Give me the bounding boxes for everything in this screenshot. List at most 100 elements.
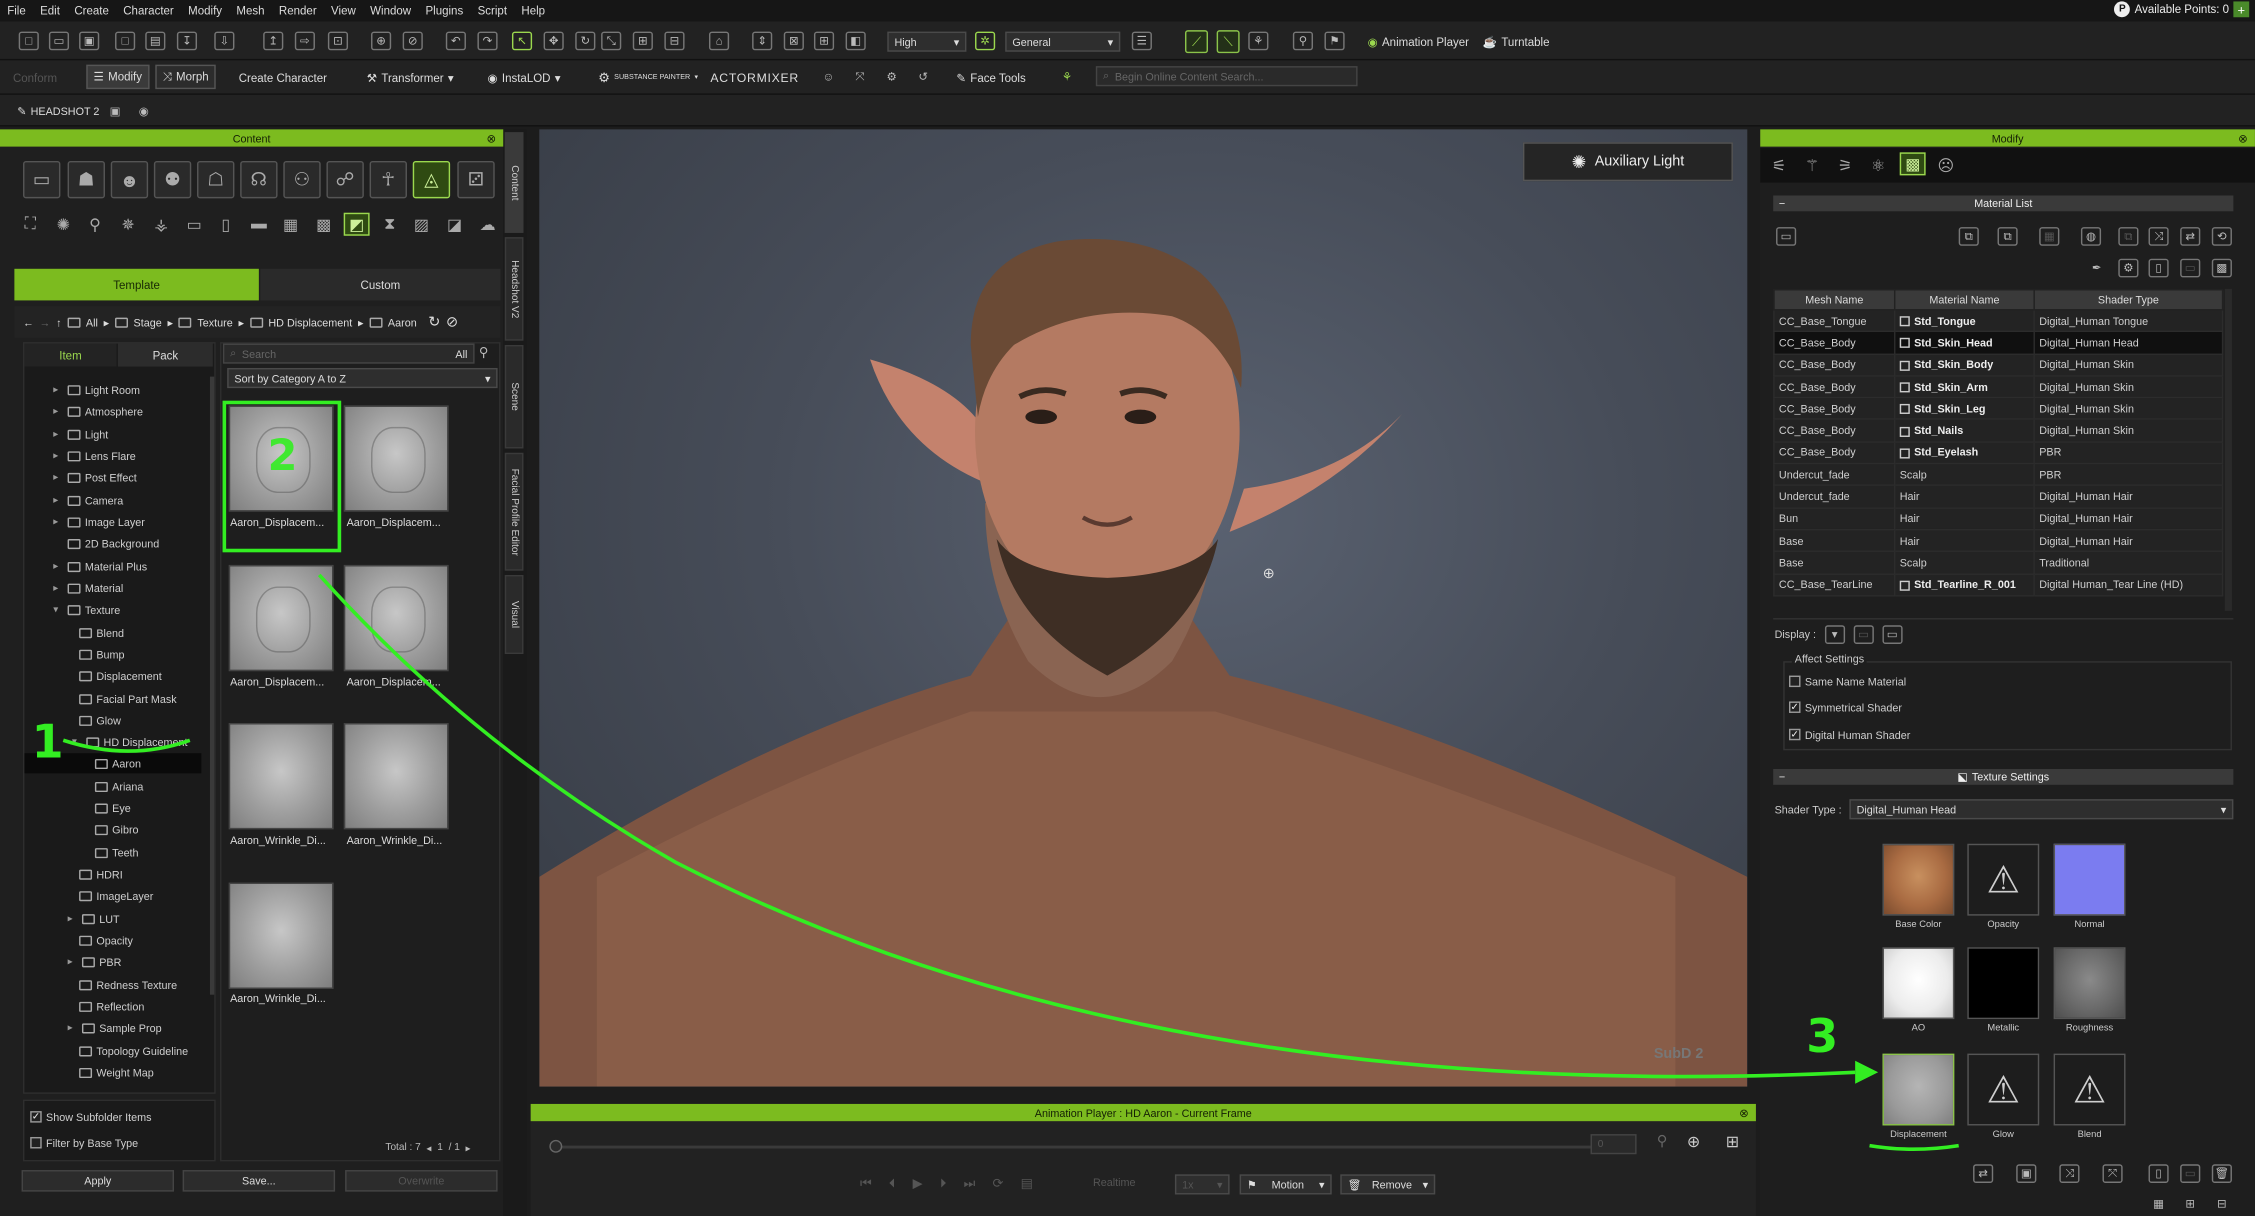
background-icon[interactable]: ▬: [246, 213, 272, 236]
transformer-button[interactable]: ⚒ Transformer ▾: [367, 66, 454, 89]
tree-item-imagelayer[interactable]: ImageLayer: [79, 885, 153, 905]
tree-scrollbar[interactable]: [209, 376, 215, 995]
tree-item-bump[interactable]: Bump: [79, 644, 125, 664]
thumb-aaron-wrinkle-2[interactable]: [343, 723, 449, 830]
tree-item-texture[interactable]: ▾ Texture: [53, 599, 120, 619]
remove-dropdown[interactable]: 🗑 Remove ▾: [1340, 1174, 1436, 1195]
thumb-aaron-displacement-4[interactable]: [343, 564, 449, 672]
menu-character[interactable]: Character: [116, 4, 181, 17]
timeline-track[interactable]: [550, 1145, 1601, 1149]
save-icon[interactable]: ▣: [79, 31, 100, 51]
screenshot-icon[interactable]: ⊡: [327, 31, 349, 51]
tree-item-blend[interactable]: Blend: [79, 622, 124, 642]
prev-frame-icon[interactable]: ⏴: [889, 1176, 895, 1192]
morph-category-icon[interactable]: ⚉: [153, 160, 192, 199]
expand-icon[interactable]: ▸: [53, 384, 63, 395]
head-icon[interactable]: ☻: [110, 160, 149, 199]
rotate-icon[interactable]: ↻: [575, 31, 596, 51]
timeline-playhead[interactable]: [549, 1139, 563, 1153]
edit-image-icon[interactable]: ◪: [441, 213, 467, 236]
align-icon[interactable]: ⊟: [664, 31, 685, 51]
menu-view[interactable]: View: [324, 4, 363, 17]
rig-tool-icon[interactable]: ⤧: [850, 68, 870, 87]
collapse-icon[interactable]: −: [1779, 770, 1785, 783]
load-texture-icon[interactable]: ⇄: [1973, 1164, 1994, 1183]
online-search-input[interactable]: ⌕ Begin Online Content Search...: [1095, 66, 1358, 87]
headshot-settings-icon[interactable]: ▣: [105, 102, 125, 121]
project-icon[interactable]: ▭: [23, 160, 61, 199]
expand-icon[interactable]: ▸: [53, 471, 63, 483]
displacement-slot[interactable]: [1882, 1053, 1955, 1126]
display-mode-2-icon[interactable]: ▭: [1853, 625, 1874, 644]
reset-material-icon[interactable]: ⧉: [2118, 227, 2139, 246]
table-row[interactable]: CC_Base_Tongue Std_Tongue Digital_Human To…: [1773, 309, 2224, 333]
col-mesh-name[interactable]: Mesh Name: [1773, 288, 1896, 311]
select-icon[interactable]: ↖: [511, 31, 533, 51]
side-tab-headshot[interactable]: Headshot V2: [504, 237, 524, 341]
tree-item-aaron[interactable]: Aaron: [94, 753, 141, 773]
viewport[interactable]: ✺ Auxiliary Light SubD 2 ⊕: [539, 129, 1748, 1087]
table-row[interactable]: Base Hair Digital_Human Hair: [1773, 528, 2224, 553]
grid-view-icon[interactable]: ▦: [2149, 1194, 2169, 1213]
table-row[interactable]: Bun Hair Digital_Human Hair: [1773, 506, 2224, 531]
display-mode-1-icon[interactable]: ▾: [1824, 625, 1845, 644]
tree-item-facial-part-mask[interactable]: Facial Part Mask: [79, 689, 177, 709]
display-mode-icon[interactable]: ◧: [845, 31, 866, 51]
tree-item-2d-background[interactable]: 2D Background: [53, 533, 159, 553]
scene-icon[interactable]: ⚂: [457, 160, 495, 199]
tree-item-atmosphere[interactable]: ▸ Atmosphere: [53, 401, 143, 421]
bone-icon[interactable]: ⟋: [1184, 30, 1209, 54]
tree-item-hd-displacement[interactable]: ▾ HD Displacement: [72, 732, 188, 752]
filter-icon[interactable]: ⚲: [479, 345, 488, 361]
auxiliary-light-button[interactable]: ✺ Auxiliary Light: [1522, 142, 1733, 182]
tree-item-teeth[interactable]: Teeth: [94, 842, 139, 862]
realtime-toggle[interactable]: Realtime: [1093, 1176, 1136, 1189]
table-row[interactable]: CC_Base_Body Std_Skin_Body Digital_Human S…: [1773, 353, 2224, 377]
list-view-icon[interactable]: ⊞: [2180, 1194, 2200, 1213]
image-layer-icon[interactable]: ▯: [213, 213, 239, 236]
expand-icon[interactable]: ▸: [53, 494, 63, 506]
expand-icon[interactable]: ▸: [68, 1022, 78, 1033]
lock-icon[interactable]: ⊘: [402, 31, 423, 51]
base-color-slot[interactable]: [1882, 843, 1955, 916]
tree-item-redness-texture[interactable]: Redness Texture: [79, 975, 177, 995]
table-row[interactable]: CC_Base_Body Std_Eyelash PBR: [1773, 440, 2224, 465]
image-icon[interactable]: ▨: [408, 213, 434, 236]
reload-material-icon[interactable]: ⟲: [2211, 227, 2232, 246]
delete-texture-icon[interactable]: 🗑: [2211, 1164, 2232, 1183]
open-icon[interactable]: ▭: [48, 31, 70, 51]
overwrite-button[interactable]: Overwrite: [345, 1170, 498, 1192]
thumb-aaron-wrinkle-1[interactable]: [228, 723, 334, 830]
zoom-icon[interactable]: ⊕: [371, 31, 392, 51]
col-shader-type[interactable]: Shader Type: [2033, 288, 2224, 311]
key-icon[interactable]: ⚲: [1657, 1134, 1668, 1150]
tree-item-lens-flare[interactable]: ▸ Lens Flare: [53, 446, 136, 466]
motion-dropdown[interactable]: ⚑ Motion ▾: [1239, 1174, 1332, 1195]
tree-item-glow[interactable]: Glow: [79, 710, 121, 730]
table-row[interactable]: Undercut_fade Scalp PBR: [1773, 462, 2224, 487]
same-name-material-option[interactable]: Same Name Material: [1788, 671, 1906, 691]
body-icon[interactable]: ☖: [197, 160, 235, 199]
swap-material-icon[interactable]: ⇄: [2180, 227, 2201, 246]
material-tab-icon[interactable]: ▩: [1899, 152, 1926, 176]
home-icon[interactable]: ⌂: [708, 31, 730, 51]
speed-dropdown[interactable]: 1x ▾: [1174, 1174, 1230, 1195]
snap-icon[interactable]: ⊞: [632, 31, 653, 51]
material-tool-icon[interactable]: ▭: [1776, 227, 1797, 246]
copy-material-icon[interactable]: ⧉: [1958, 227, 1979, 246]
camera-view-icon[interactable]: ⊕: [1687, 1133, 1700, 1151]
attribute-tab-icon[interactable]: ⚟: [1766, 154, 1792, 177]
delete-material-icon[interactable]: ▭: [2180, 258, 2201, 278]
mode-dropdown[interactable]: General ▾: [1005, 31, 1121, 52]
tree-item-pbr[interactable]: ▸ PBR: [68, 952, 122, 972]
headshot-face-icon[interactable]: ◉: [134, 102, 154, 121]
new-icon[interactable]: □: [18, 31, 39, 51]
expand-icon[interactable]: ▸: [53, 428, 63, 440]
morph-button[interactable]: ⤨ Morph: [155, 64, 216, 90]
tree-item-reflection[interactable]: Reflection: [79, 996, 144, 1016]
next-page-icon[interactable]: ▸: [466, 1143, 471, 1154]
col-material-name[interactable]: Material Name: [1893, 288, 2035, 311]
breadcrumb-all[interactable]: All: [86, 316, 98, 329]
stage-icon[interactable]: ◬: [412, 160, 451, 199]
eyedropper-icon[interactable]: ✒: [2087, 259, 2107, 278]
